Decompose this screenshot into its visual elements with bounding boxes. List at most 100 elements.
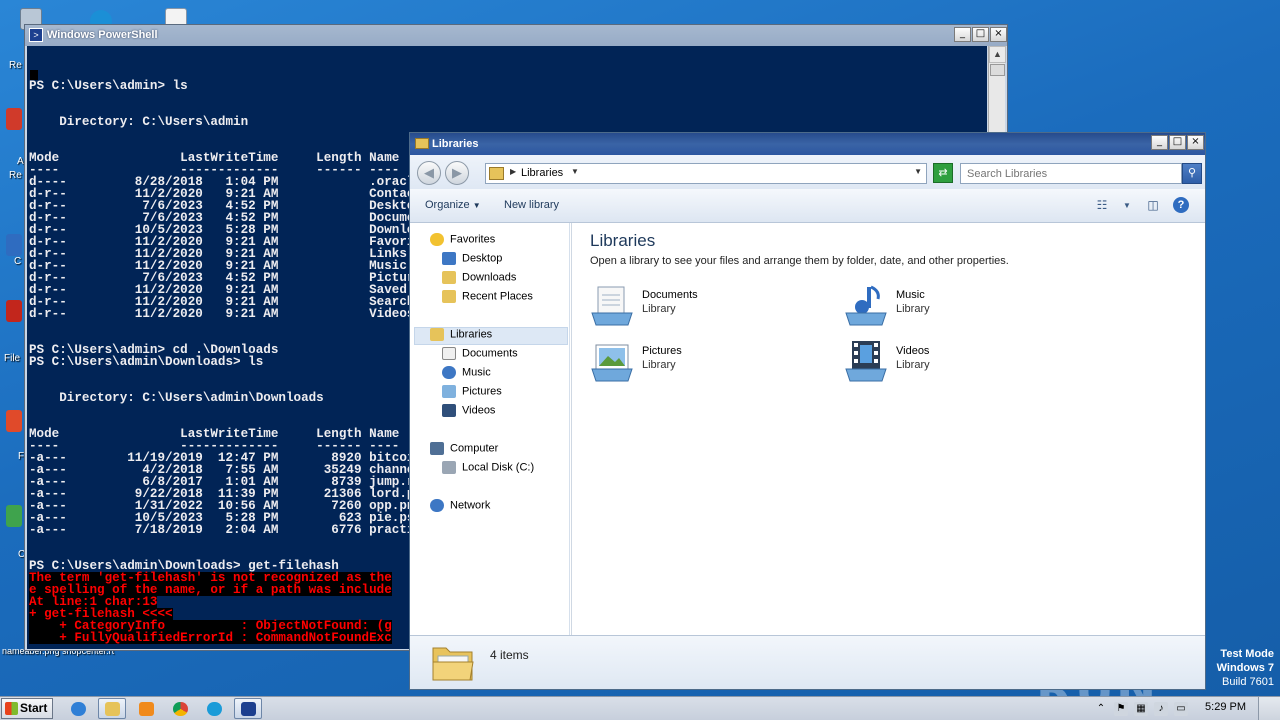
app-icon[interactable] [6,234,22,256]
library-name: Pictures [642,345,682,357]
nav-label: Pictures [462,385,502,398]
nav-computer[interactable]: Computer [430,442,498,460]
videos-library-icon [845,341,887,382]
scroll-thumb[interactable] [990,64,1005,76]
taskbar: Start ⌃ ⚑ ▦ ♪ ▭ 5:29 PM [0,696,1280,720]
nav-libraries[interactable]: Libraries [414,327,568,345]
console-line: d-r-- 11/2/2020 9:21 AM Videos [29,307,415,321]
test-mode-line: Test Mode [1220,648,1274,660]
nav-label: Libraries [450,328,493,341]
nav-local-disk[interactable]: Local Disk (C:) [442,461,534,479]
explorer-toolbar: Organize ▼ New library ☷ ▼ ◫ ? [410,189,1205,223]
media-player-icon [139,702,154,716]
taskbar-explorer[interactable] [98,698,126,719]
new-library-button[interactable]: New library [504,199,559,211]
flag-icon[interactable]: ⚑ [1114,702,1128,716]
nav-recent-places[interactable]: Recent Places [442,290,533,308]
address-bar[interactable]: ▶ Libraries ▼ ▼ [485,163,927,184]
scroll-up-arrow[interactable]: ▲ [989,46,1006,63]
item-count: 4 items [490,648,529,662]
taskbar-ie[interactable] [64,698,92,719]
libraries-folder-icon [415,138,429,149]
app-icon[interactable] [6,505,22,527]
preview-pane-icon[interactable]: ◫ [1144,198,1162,214]
internet-explorer-icon [71,702,86,716]
nav-network[interactable]: Network [430,499,490,517]
nav-documents[interactable]: Documents [442,347,518,365]
address-history-dropdown-icon[interactable]: ▼ [914,167,922,176]
library-type: Library [642,359,676,371]
library-documents[interactable]: Documents Library [590,283,810,329]
forward-button[interactable]: ▶ [445,161,469,185]
documents-library-icon [591,286,633,326]
nav-favorites[interactable]: Favorites [430,233,495,251]
nav-label: Music [462,366,491,379]
clock[interactable]: 5:29 PM [1205,701,1246,713]
network-icon[interactable]: ▦ [1134,702,1148,716]
taskbar-powershell[interactable] [234,698,262,719]
powershell-title: Windows PowerShell [47,29,158,41]
windows-logo-icon [5,702,18,715]
explorer-navbar: ◀ ▶ ▶ Libraries ▼ ▼ ⇄ ⚲ [410,155,1205,189]
breadcrumb-arrow-icon[interactable]: ▶ [510,167,516,176]
show-hidden-icons-icon[interactable]: ⌃ [1094,702,1108,716]
maximize-button[interactable]: □ [1169,135,1186,150]
show-desktop-button[interactable] [1258,697,1280,720]
chevron-down-icon[interactable]: ▼ [1118,201,1136,217]
minimize-button[interactable]: _ [1151,135,1168,150]
explorer-titlebar[interactable]: Libraries _ □ × [410,133,1205,155]
start-button[interactable]: Start [1,698,53,719]
back-button[interactable]: ◀ [417,161,441,185]
maximize-button[interactable]: □ [972,27,989,42]
nav-label: Favorites [450,233,496,246]
volume-icon[interactable]: ♪ [1154,702,1168,716]
windows-version-line: Windows 7 [1216,662,1274,674]
breadcrumb-libraries[interactable]: Libraries [521,167,563,179]
music-icon [442,366,456,379]
nav-label: Downloads [462,271,517,284]
desktop-icon-label: C [14,256,22,267]
console-line: Directory: C:\Users\admin [29,115,249,129]
minimize-button[interactable]: _ [954,27,971,42]
nav-videos[interactable]: Videos [442,404,495,422]
taskbar-edge[interactable] [200,698,228,719]
nav-label: Videos [462,404,496,417]
videos-icon [442,404,456,417]
page-title: Libraries [590,231,656,250]
view-options-icon[interactable]: ☷ [1093,198,1111,214]
system-tray: ⌃ ⚑ ▦ ♪ ▭ [1094,700,1188,718]
file-icon[interactable] [6,300,22,322]
nav-label: Recent Places [462,290,533,303]
help-icon[interactable]: ? [1173,197,1189,213]
nav-downloads[interactable]: Downloads [442,271,516,289]
taskbar-chrome[interactable] [166,698,194,719]
library-music[interactable]: Music Library [844,283,1064,329]
search-input[interactable] [961,164,1161,183]
search-icon[interactable]: ⚲ [1182,163,1202,184]
breadcrumb-dropdown-icon[interactable]: ▼ [571,167,579,176]
nav-label: Local Disk (C:) [462,461,535,474]
powershell-titlebar[interactable]: > Windows PowerShell _ □ × [25,25,1007,46]
library-pictures[interactable]: Pictures Library [590,339,810,385]
search-box[interactable] [960,163,1182,184]
nav-desktop[interactable]: Desktop [442,252,502,270]
organize-button[interactable]: Organize ▼ [425,199,481,211]
powershell-icon: > [29,28,43,42]
library-name: Documents [642,289,698,301]
page-description: Open a library to see your files and arr… [590,255,1009,267]
library-name: Music [896,289,925,301]
nav-music[interactable]: Music [442,366,491,384]
star-icon [430,233,444,246]
close-button[interactable]: × [1187,135,1204,150]
library-name: Videos [896,345,930,357]
explorer-window[interactable]: Libraries _ □ × ◀ ▶ ▶ Libraries ▼ ▼ ⇄ ⚲ … [409,132,1206,690]
nav-label: Network [450,499,491,512]
library-videos[interactable]: Videos Library [844,339,1064,385]
action-center-icon[interactable]: ▭ [1174,702,1188,716]
taskbar-media-player[interactable] [132,698,160,719]
app-icon[interactable] [6,410,22,432]
close-button[interactable]: × [990,27,1007,42]
app-icon[interactable] [6,108,22,130]
nav-pictures[interactable]: Pictures [442,385,502,403]
refresh-button[interactable]: ⇄ [933,163,953,183]
